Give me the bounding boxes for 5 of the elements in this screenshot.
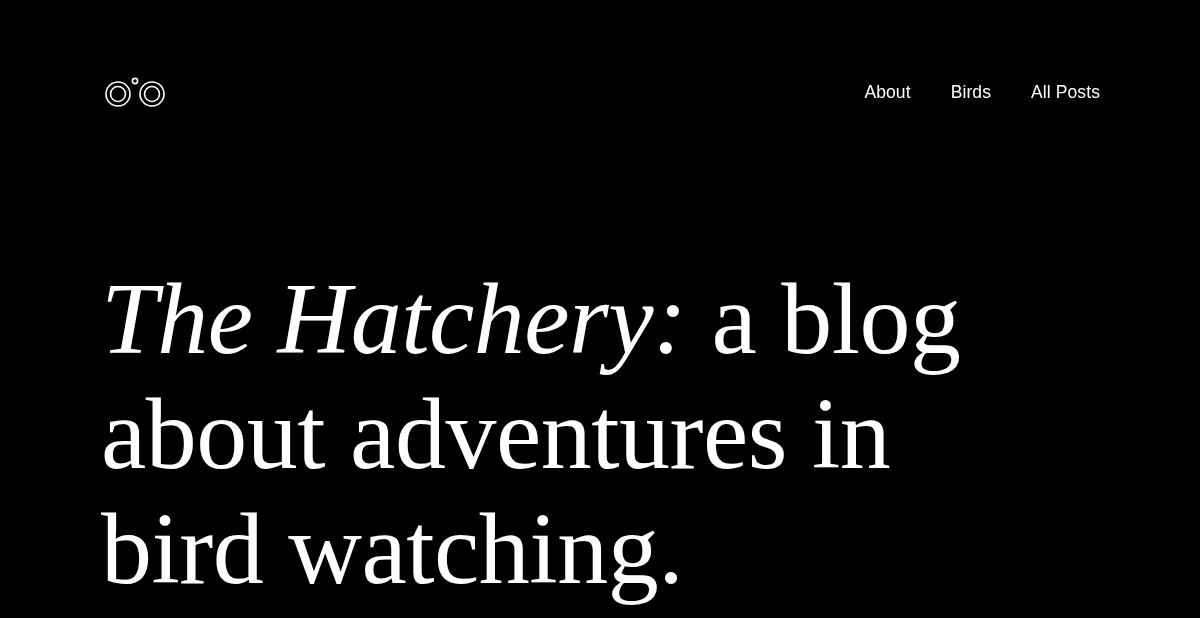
hero-heading: The Hatchery: a blog about adventures in bird watching. bbox=[101, 261, 962, 606]
nav-link[interactable]: About bbox=[864, 81, 911, 103]
nav-link[interactable]: Birds bbox=[950, 81, 991, 103]
logo-icon[interactable] bbox=[105, 77, 166, 107]
nav-link[interactable]: All Posts bbox=[1031, 81, 1100, 103]
